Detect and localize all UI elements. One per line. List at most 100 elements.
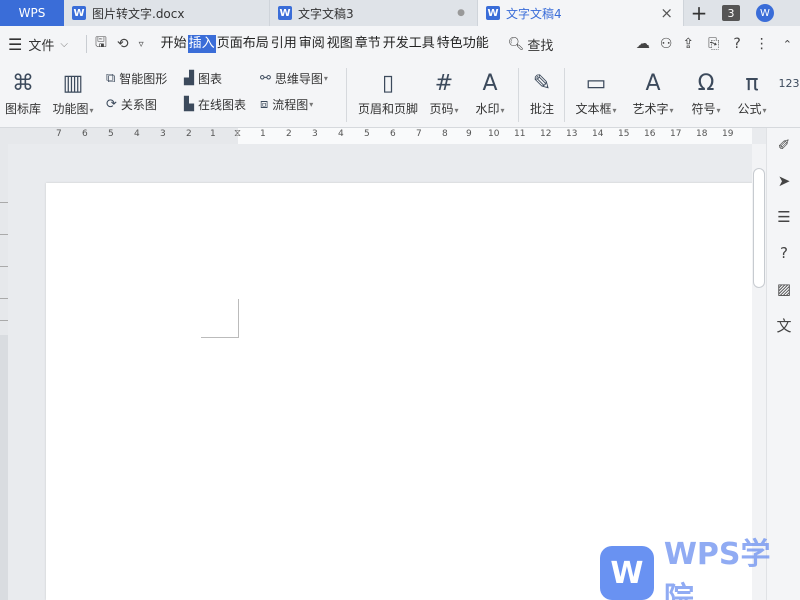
- divider: [85, 35, 87, 53]
- symbol-button[interactable]: Ω 符号▾: [688, 66, 724, 117]
- word-doc-icon: W: [486, 6, 500, 20]
- flowchart-label: 流程图: [272, 98, 309, 112]
- collapse-ribbon-icon[interactable]: ⌃: [783, 38, 792, 51]
- comment-label: 批注: [529, 102, 554, 116]
- tab-special-features[interactable]: 特色功能: [436, 35, 490, 53]
- chart-button[interactable]: ▟ 图表: [184, 70, 222, 87]
- symbol-label: 符号▾: [691, 102, 721, 116]
- online-chart-button[interactable]: ▙ 在线图表: [184, 96, 246, 113]
- tab-section[interactable]: 章节: [354, 35, 382, 53]
- ruler-number: 1: [210, 129, 216, 139]
- document-page[interactable]: [46, 183, 752, 600]
- search-icon: 🔍︎: [507, 36, 525, 52]
- save-icon[interactable]: 🖫: [95, 32, 107, 56]
- ruler-number: 6: [82, 129, 88, 139]
- ruler-number: 6: [390, 129, 396, 139]
- vertical-ruler-text-area: [0, 335, 8, 600]
- omega-icon: Ω: [697, 70, 715, 96]
- ruler-tick: [0, 234, 8, 235]
- tab-view[interactable]: 视图: [326, 35, 354, 53]
- divider: [564, 68, 565, 122]
- wordart-label: 艺术字▾: [632, 102, 674, 116]
- mind-map-button[interactable]: ⚯ 思维导图 ▾: [260, 70, 328, 87]
- watermark-button[interactable]: A 水印▾: [470, 66, 510, 117]
- ruler-number: 10: [488, 129, 500, 139]
- ruler-number: 8: [442, 129, 448, 139]
- ruler-number: 19: [722, 129, 734, 139]
- document-tab[interactable]: W 图片转文字.docx: [64, 0, 270, 26]
- margin-corner-mark: [201, 337, 239, 338]
- scrollbar-thumb[interactable]: [753, 168, 765, 288]
- unsaved-dot-icon[interactable]: ●: [457, 8, 465, 18]
- tab-page-layout[interactable]: 页面布局: [216, 35, 270, 53]
- ribbon-insert: ⌘ 图标库 ▥ 功能图▾ ⧉ 智能图形 ⟳ 关系图 ▟ 图表 ▙ 在线图表 ⚯ …: [0, 62, 800, 128]
- tab-home[interactable]: 开始: [160, 35, 188, 53]
- function-chart-label: 功能图▾: [52, 102, 94, 116]
- image-icon[interactable]: ▨: [773, 278, 795, 300]
- wps-home-tab[interactable]: WPS: [0, 0, 64, 26]
- tab-developer[interactable]: 开发工具: [382, 35, 436, 53]
- header-footer-button[interactable]: ▯ 页眉和页脚: [356, 66, 420, 117]
- formula-label: 公式▾: [737, 102, 767, 116]
- header-footer-icon: ▯: [381, 70, 395, 96]
- ruler-number: 1: [260, 129, 266, 139]
- chevron-down-icon[interactable]: ⌵: [60, 39, 68, 50]
- ruler-number: 3: [312, 129, 318, 139]
- more-tools-icon[interactable]: ⎘: [708, 36, 719, 52]
- indent-marker-icon[interactable]: ⧖: [234, 128, 241, 139]
- more-ribbon-button[interactable]: 123: [778, 66, 800, 100]
- pen-icon[interactable]: ✐: [773, 134, 795, 156]
- wordart-button[interactable]: A 艺术字▾: [630, 66, 676, 117]
- file-menu[interactable]: 文件: [28, 35, 54, 54]
- ruler-number: 16: [644, 129, 656, 139]
- ruler-tick: [0, 320, 8, 321]
- ruler-number: 7: [416, 129, 422, 139]
- wps-academy-watermark: W WPS学院: [600, 537, 800, 600]
- flowchart-button[interactable]: ⧈ 流程图 ▾: [260, 96, 313, 113]
- more-options-icon[interactable]: ⋮: [755, 36, 769, 52]
- close-tab-icon[interactable]: ×: [660, 4, 673, 22]
- search-button[interactable]: 🔍︎ 查找: [508, 35, 554, 54]
- translate-icon[interactable]: 文: [773, 314, 795, 336]
- wps-account-icon[interactable]: W: [756, 4, 774, 22]
- chart-label: 图表: [198, 72, 223, 86]
- comment-button[interactable]: ✎ 批注: [524, 66, 560, 117]
- tab-count-badge[interactable]: 3: [722, 5, 740, 21]
- document-tab-active[interactable]: W 文字文稿4 ×: [478, 0, 684, 26]
- page-number-button[interactable]: # 页码▾: [424, 66, 464, 117]
- online-chart-icon: ▙: [184, 97, 194, 112]
- icon-library-button[interactable]: ⌘ 图标库: [2, 66, 44, 117]
- smart-shape-button[interactable]: ⧉ 智能图形: [106, 70, 167, 87]
- mind-map-icon: ⚯: [260, 71, 271, 86]
- format-painter-icon[interactable]: ⟲: [117, 36, 129, 52]
- textbox-button[interactable]: ▭ 文本框▾: [572, 66, 620, 117]
- flowchart-icon: ⧈: [260, 97, 269, 112]
- document-tab-title: 文字文稿4: [506, 6, 562, 21]
- hamburger-menu-icon[interactable]: ☰: [8, 35, 22, 54]
- document-tab[interactable]: W 文字文稿3 ●: [270, 0, 478, 26]
- ruler-number: 5: [108, 129, 114, 139]
- new-tab-button[interactable]: +: [684, 0, 714, 26]
- relation-chart-button[interactable]: ⟳ 关系图: [106, 96, 157, 113]
- tab-references[interactable]: 引用: [270, 35, 298, 53]
- document-tab-title: 文字文稿3: [298, 6, 354, 21]
- tab-review[interactable]: 审阅: [298, 35, 326, 53]
- tab-bar: WPS W 图片转文字.docx W 文字文稿3 ● W 文字文稿4 × + 3…: [0, 0, 800, 26]
- tab-insert[interactable]: 插入: [187, 35, 216, 53]
- wordart-icon: A: [645, 70, 661, 96]
- smart-shape-icon: ⧉: [106, 71, 116, 86]
- cloud-icon[interactable]: ☁: [636, 36, 650, 52]
- pointer-icon[interactable]: ➤: [773, 170, 795, 192]
- horizontal-ruler[interactable]: 7 6 5 4 3 2 1 ⧖ 1 2 3 4 5 6 7 8 9 10 11 …: [0, 128, 752, 144]
- help-icon[interactable]: ?: [733, 36, 740, 52]
- word-doc-icon: W: [278, 6, 292, 20]
- quick-access-dropdown-icon[interactable]: ▿: [139, 39, 144, 50]
- sliders-icon[interactable]: ☰: [773, 206, 795, 228]
- collaborate-icon[interactable]: ⚇: [660, 36, 673, 52]
- help-circle-icon[interactable]: ?: [773, 242, 795, 264]
- share-icon[interactable]: ⇪: [682, 36, 694, 52]
- function-chart-button[interactable]: ▥ 功能图▾: [48, 66, 98, 117]
- mind-map-label: 思维导图: [274, 72, 323, 86]
- formula-button[interactable]: π 公式▾: [734, 66, 770, 117]
- ruler-tick: [0, 266, 8, 267]
